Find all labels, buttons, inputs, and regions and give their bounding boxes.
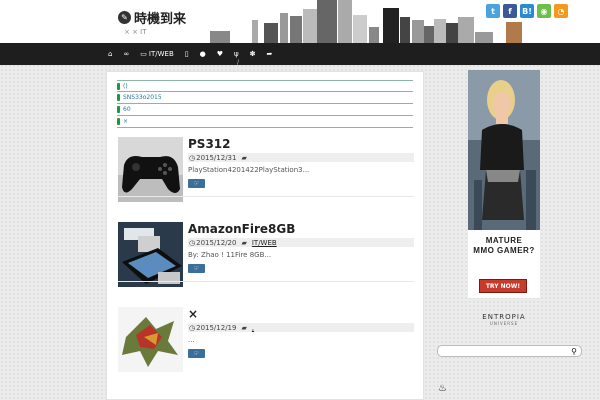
feedly-icon[interactable]: ◉ <box>537 4 551 18</box>
post-excerpt: ... <box>188 336 195 344</box>
divider <box>118 281 414 282</box>
post-excerpt: By: Zhao ! 11Fire 8GB... <box>188 251 272 259</box>
site-tagline: × × IT <box>124 28 147 36</box>
laptop-icon: ▭ <box>140 50 147 58</box>
notice-marker <box>117 106 120 113</box>
nav-item-laptop[interactable]: ▭ IT/WEB <box>140 50 173 58</box>
brand-name: ENTROPIA <box>482 313 526 321</box>
clock-icon: ◷ <box>189 238 196 247</box>
notice-text: × <box>123 118 129 125</box>
entropia-logo[interactable]: ENTROPIA UNIVERSE <box>468 313 540 326</box>
notice-item[interactable]: × <box>117 116 413 128</box>
site-header: ✎ 時機到来 × × IT t f B! ◉ ◔ <box>0 0 600 43</box>
facebook-icon[interactable]: f <box>503 4 517 18</box>
clock-icon: ◷ <box>189 323 196 332</box>
folder-icon: ▰ <box>241 238 247 247</box>
clock-icon: ◷ <box>189 153 196 162</box>
nav-item-user[interactable]: ● <box>200 50 206 58</box>
nav-item-share[interactable]: ➦ <box>267 50 273 58</box>
social-icons: t f B! ◉ ◔ <box>486 4 568 18</box>
search-box[interactable]: ⚲ <box>437 345 582 357</box>
post-date: 2015/12/31 <box>196 153 237 162</box>
user-icon: ● <box>199 50 206 58</box>
mobile-icon: ▯ <box>184 50 189 58</box>
post-title[interactable]: PS312 <box>188 137 231 151</box>
divider <box>118 196 414 197</box>
site-logo[interactable]: ✎ 時機到来 <box>118 8 186 27</box>
nav-item-paw[interactable]: ✽ <box>250 50 256 58</box>
search-icon[interactable]: ⚲ <box>571 347 577 356</box>
nav-item-label: IT/WEB <box>148 50 174 58</box>
notice-marker <box>117 118 120 125</box>
post-item: × ◷ 2015/12/19 ▰ , ... ☞ <box>118 307 414 377</box>
ad-headline-text: MATURE MMO GAMER? <box>473 236 535 255</box>
post-thumbnail-tablet[interactable] <box>118 222 183 287</box>
post-category[interactable]: IT/WEB <box>252 239 277 247</box>
notice-list: () SNS33o2015 60 × <box>117 80 413 128</box>
post-date: 2015/12/20 <box>196 238 237 247</box>
main-content: () SNS33o2015 60 × PS312 ◷ 2015/12/31 ▰ Pla… <box>106 71 424 400</box>
notice-text: 60 <box>123 106 131 113</box>
logo-icon: ✎ <box>118 11 131 24</box>
post-date: 2015/12/19 <box>196 323 237 332</box>
home-icon: ⌂ <box>108 50 113 58</box>
notice-marker <box>117 82 120 90</box>
share-icon: ➦ <box>266 50 273 58</box>
rss-icon[interactable]: ◔ <box>554 4 568 18</box>
folder-icon: ▰ <box>241 323 247 332</box>
ad-try-now-button[interactable]: TRY NOW! <box>479 279 527 293</box>
notice-item[interactable]: SNS33o2015 <box>117 92 413 104</box>
nav-item-sublabel: / <box>237 59 240 66</box>
post-title[interactable]: × <box>188 307 198 321</box>
fork-icon: ψ <box>234 50 239 58</box>
post-item: PS312 ◷ 2015/12/31 ▰ PlayStation4201422P… <box>118 137 414 207</box>
post-title[interactable]: AmazonFire8GB <box>188 222 295 236</box>
paw-icon: ✽ <box>249 50 256 58</box>
site-title[interactable]: 時機到来 <box>134 8 186 27</box>
nav-item-heart[interactable]: ♥ <box>217 50 223 58</box>
read-more-button[interactable]: ☞ <box>188 349 205 358</box>
thumbs-up-icon: ☞ <box>193 265 200 272</box>
post-excerpt: PlayStation4201422PlayStation3... <box>188 166 310 174</box>
notice-text: SNS33o2015 <box>123 94 162 101</box>
city-skyline-banner <box>210 0 522 43</box>
heart-icon: ♥ <box>216 50 224 58</box>
fire-icon: ♨ <box>438 383 447 394</box>
thumbs-up-icon: ☞ <box>193 180 200 187</box>
infinity-icon: ∞ <box>123 50 130 58</box>
post-meta: ◷ 2015/12/20 ▰ IT/WEB <box>188 238 414 247</box>
notice-item[interactable]: () <box>117 80 413 92</box>
nav-item-fork[interactable]: ψ / <box>234 50 239 66</box>
post-thumbnail-controller[interactable] <box>118 137 183 202</box>
post-item: AmazonFire8GB ◷ 2015/12/20 ▰ IT/WEB By: … <box>118 222 414 292</box>
post-category[interactable]: , <box>252 324 254 332</box>
ad-headline: MATURE MMO GAMER? <box>468 236 540 256</box>
nav-item-infinity[interactable]: ∞ <box>123 50 129 58</box>
read-more-button[interactable]: ☞ <box>188 264 205 273</box>
notice-text: () <box>123 82 128 90</box>
hatena-icon[interactable]: B! <box>520 4 534 18</box>
post-meta: ◷ 2015/12/19 ▰ , <box>188 323 414 332</box>
read-more-button[interactable]: ☞ <box>188 179 205 188</box>
main-nav: ⌂ ∞ ▭ IT/WEB ▯ ● ♥ ψ / ✽ ➦ <box>0 43 600 66</box>
nav-item-home[interactable]: ⌂ <box>108 50 112 58</box>
folder-icon: ▰ <box>241 153 247 162</box>
twitter-icon[interactable]: t <box>486 4 500 18</box>
post-meta: ◷ 2015/12/31 ▰ <box>188 153 414 162</box>
sidebar-ad-banner[interactable]: MATURE MMO GAMER? TRY NOW! <box>468 70 540 298</box>
brand-subtitle: UNIVERSE <box>489 321 519 326</box>
nav-item-mobile[interactable]: ▯ <box>185 50 189 58</box>
notice-marker <box>117 94 120 101</box>
post-thumbnail-figure[interactable] <box>118 307 183 372</box>
thumbs-up-icon: ☞ <box>193 350 200 357</box>
notice-item[interactable]: 60 <box>117 104 413 116</box>
